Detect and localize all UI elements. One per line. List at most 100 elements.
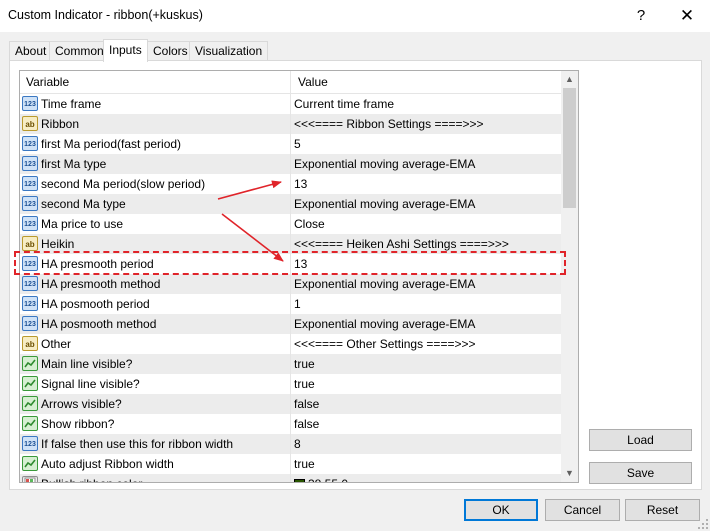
value-cell[interactable]: <<<==== Heiken Ashi Settings ====>>> <box>292 234 561 254</box>
value-text: <<<==== Other Settings ====>>> <box>294 337 476 351</box>
tab-common[interactable]: Common <box>49 41 110 60</box>
variable-cell: ab Other <box>20 334 291 354</box>
variable-label: HA presmooth method <box>41 277 161 291</box>
value-cell[interactable]: 13 <box>292 174 561 194</box>
table-row[interactable]: 123 first Ma period(fast period) 5 <box>20 134 561 154</box>
window-title: Custom Indicator - ribbon(+kuskus) <box>8 8 203 22</box>
value-cell[interactable]: false <box>292 394 561 414</box>
value-text: false <box>294 417 320 431</box>
value-cell[interactable]: 13 <box>292 254 561 274</box>
table-row[interactable]: 123 If false then use this for ribbon wid… <box>20 434 561 454</box>
value-cell[interactable]: Exponential moving average-EMA <box>292 154 561 174</box>
value-cell[interactable]: true <box>292 454 561 474</box>
table-row[interactable]: ab Ribbon <<<==== Ribbon Settings ====>>> <box>20 114 561 134</box>
variable-cell: 123 Ma price to use <box>20 214 291 234</box>
vertical-scrollbar[interactable]: ▲ ▼ <box>561 71 578 482</box>
variable-label: second Ma period(slow period) <box>41 177 206 191</box>
table-row[interactable]: 123 HA presmooth period 13 <box>20 254 561 274</box>
variable-label: Auto adjust Ribbon width <box>41 457 174 471</box>
scroll-up-icon[interactable]: ▲ <box>561 71 578 88</box>
string-icon: ab <box>22 236 38 251</box>
column-header-variable[interactable]: Variable <box>20 71 291 93</box>
table-row[interactable]: 123 second Ma period(slow period) 13 <box>20 174 561 194</box>
column-header-value[interactable]: Value <box>292 71 561 93</box>
variable-label: Show ribbon? <box>41 417 115 431</box>
value-cell[interactable]: false <box>292 414 561 434</box>
value-cell[interactable]: 38,55,0 <box>292 474 561 482</box>
value-cell[interactable]: 8 <box>292 434 561 454</box>
value-text: 13 <box>294 257 308 271</box>
table-row[interactable]: Main line visible? true <box>20 354 561 374</box>
table-row[interactable]: Signal line visible? true <box>20 374 561 394</box>
value-text: true <box>294 357 315 371</box>
variable-cell: Main line visible? <box>20 354 291 374</box>
inputs-grid[interactable]: Variable Value 123 Time frame Current time… <box>19 70 579 483</box>
grid-rows: 123 Time frame Current time frame ab Ribbon <… <box>20 94 561 482</box>
table-row[interactable]: ab Other <<<==== Other Settings ====>>> <box>20 334 561 354</box>
table-row[interactable]: 123 HA posmooth period 1 <box>20 294 561 314</box>
tab-colors[interactable]: Colors <box>147 41 194 60</box>
table-row[interactable]: Bullish ribbon color 38,55,0 <box>20 474 561 482</box>
value-text: Exponential moving average-EMA <box>294 277 476 291</box>
help-button[interactable]: ? <box>618 0 664 32</box>
tab-about[interactable]: About <box>9 41 53 60</box>
scroll-thumb[interactable] <box>563 88 576 208</box>
variable-cell: ab Heikin <box>20 234 291 254</box>
value-text: Exponential moving average-EMA <box>294 197 476 211</box>
table-row[interactable]: 123 second Ma type Exponential moving aver… <box>20 194 561 214</box>
reset-button[interactable]: Reset <box>625 499 700 521</box>
value-cell[interactable]: Exponential moving average-EMA <box>292 274 561 294</box>
variable-label: If false then use this for ribbon width <box>41 437 234 451</box>
table-row[interactable]: 123 Time frame Current time frame <box>20 94 561 114</box>
value-cell[interactable]: <<<==== Other Settings ====>>> <box>292 334 561 354</box>
variable-cell: 123 HA posmooth method <box>20 314 291 334</box>
variable-label: Ma price to use <box>41 217 124 231</box>
bool-icon <box>22 396 38 411</box>
value-cell[interactable]: Current time frame <box>292 94 561 114</box>
variable-cell: Show ribbon? <box>20 414 291 434</box>
resize-grip-icon[interactable] <box>697 518 709 530</box>
table-row[interactable]: Show ribbon? false <box>20 414 561 434</box>
variable-cell: 123 first Ma period(fast period) <box>20 134 291 154</box>
variable-label: first Ma type <box>41 157 107 171</box>
table-row[interactable]: 123 HA presmooth method Exponential moving… <box>20 274 561 294</box>
load-button[interactable]: Load <box>589 429 692 451</box>
value-text: 1 <box>294 297 301 311</box>
value-cell[interactable]: 1 <box>292 294 561 314</box>
value-cell[interactable]: Close <box>292 214 561 234</box>
variable-label: Arrows visible? <box>41 397 122 411</box>
table-row[interactable]: ab Heikin <<<==== Heiken Ashi Settings ===… <box>20 234 561 254</box>
tab-visualization[interactable]: Visualization <box>189 41 269 60</box>
value-cell[interactable]: Exponential moving average-EMA <box>292 314 561 334</box>
close-button[interactable]: ✕ <box>664 0 710 32</box>
value-cell[interactable]: <<<==== Ribbon Settings ====>>> <box>292 114 561 134</box>
ok-button[interactable]: OK <box>464 499 538 521</box>
value-text: 13 <box>294 177 308 191</box>
table-row[interactable]: 123 Ma price to use Close <box>20 214 561 234</box>
table-row[interactable]: Auto adjust Ribbon width true <box>20 454 561 474</box>
variable-cell: 123 If false then use this for ribbon wid… <box>20 434 291 454</box>
table-row[interactable]: 123 first Ma type Exponential moving avera… <box>20 154 561 174</box>
table-row[interactable]: Arrows visible? false <box>20 394 561 414</box>
save-button[interactable]: Save <box>589 462 692 484</box>
color-swatch <box>294 479 305 482</box>
tab-inputs[interactable]: Inputs <box>103 39 148 62</box>
table-row[interactable]: 123 HA posmooth method Exponential moving … <box>20 314 561 334</box>
value-text: 38,55,0 <box>308 477 348 482</box>
value-cell[interactable]: Exponential moving average-EMA <box>292 194 561 214</box>
value-text: Exponential moving average-EMA <box>294 157 476 171</box>
number-icon: 123 <box>22 276 38 291</box>
value-cell[interactable]: true <box>292 354 561 374</box>
variable-cell: Signal line visible? <box>20 374 291 394</box>
title-bar: Custom Indicator - ribbon(+kuskus) ? ✕ <box>0 0 710 32</box>
bool-icon <box>22 356 38 371</box>
value-text: Exponential moving average-EMA <box>294 317 476 331</box>
cancel-button[interactable]: Cancel <box>545 499 620 521</box>
variable-cell: 123 Time frame <box>20 94 291 114</box>
value-text: Current time frame <box>294 97 395 111</box>
variable-cell: Arrows visible? <box>20 394 291 414</box>
value-cell[interactable]: 5 <box>292 134 561 154</box>
number-icon: 123 <box>22 296 38 311</box>
scroll-down-icon[interactable]: ▼ <box>561 465 578 482</box>
value-cell[interactable]: true <box>292 374 561 394</box>
